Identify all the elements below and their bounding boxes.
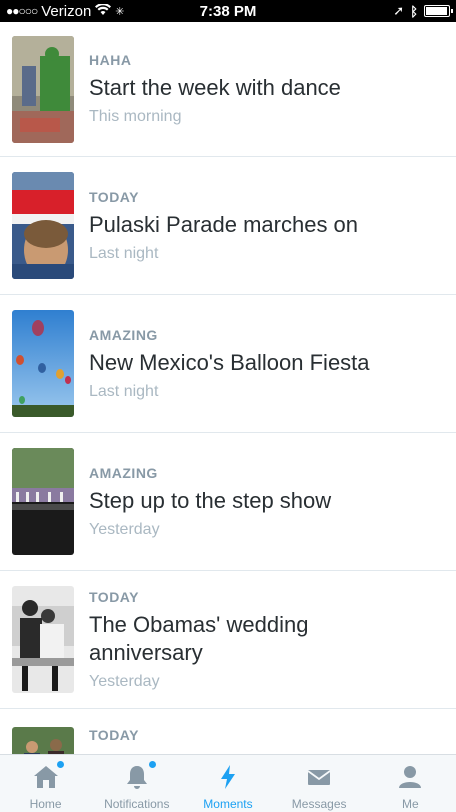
moment-category: TODAY <box>89 188 139 205</box>
moment-item[interactable]: HAHA Start the week with dance This morn… <box>0 22 456 157</box>
tab-label: Home <box>29 797 62 811</box>
signal-icon: ●●○○○ <box>6 4 38 18</box>
moment-item[interactable]: AMAZING Step up to the step show Yesterd… <box>0 433 456 571</box>
status-left: ●●○○○ Verizon ✳ <box>6 3 125 20</box>
moment-thumbnail <box>12 727 74 754</box>
moment-category: TODAY <box>89 727 139 743</box>
location-arrow-icon: ➚ <box>393 3 405 18</box>
moment-info: TODAY The Obamas' wedding anniversary Ye… <box>89 589 389 691</box>
wedding-photo-image <box>12 586 74 693</box>
bell-icon <box>126 766 147 789</box>
moment-title: The Obamas' wedding anniversary <box>89 611 309 665</box>
moment-thumbnail <box>12 172 74 279</box>
unread-dot <box>149 761 157 768</box>
bluetooth-icon: ᛒ <box>410 3 418 19</box>
tab-notifications[interactable]: Notifications <box>91 755 182 811</box>
carrier-name: Verizon <box>41 2 92 20</box>
moment-category: AMAZING <box>89 326 158 343</box>
tab-me[interactable]: Me <box>365 755 456 811</box>
unread-dot <box>57 761 65 768</box>
moment-info: TODAY <box>89 727 139 749</box>
moment-info: AMAZING New Mexico's Balloon Fiesta Last… <box>89 327 370 401</box>
moment-time: Yesterday <box>89 672 160 690</box>
activity-spinner-icon: ✳ <box>115 5 125 18</box>
moment-item[interactable]: TODAY <box>0 709 456 754</box>
moment-thumbnail <box>12 310 74 417</box>
moment-title: Pulaski Parade marches on <box>89 211 359 237</box>
moment-item[interactable]: AMAZING New Mexico's Balloon Fiesta Last… <box>0 295 456 433</box>
moment-image <box>12 727 74 754</box>
parade-image <box>12 172 74 279</box>
moment-thumbnail <box>12 448 74 555</box>
moment-thumbnail <box>12 35 74 143</box>
tab-bar: Home Notifications Moments Messages Me <box>0 754 456 812</box>
moment-title: New Mexico's Balloon Fiesta <box>89 349 370 375</box>
balloon-image <box>12 310 74 417</box>
dance-image <box>12 35 74 143</box>
tab-label: Moments <box>203 797 253 811</box>
person-icon <box>399 766 422 788</box>
envelope-icon <box>307 770 331 785</box>
moment-item[interactable]: TODAY Pulaski Parade marches on Last nig… <box>0 157 456 295</box>
moment-time: This morning <box>89 108 182 125</box>
moment-time: Last night <box>89 244 159 262</box>
status-bar: ●●○○○ Verizon ✳ 7:38 PM ➚ ᛒ <box>0 0 456 22</box>
moment-category: HAHA <box>89 52 132 68</box>
moment-category: AMAZING <box>89 464 158 481</box>
moment-info: HAHA Start the week with dance This morn… <box>89 52 341 126</box>
battery-icon <box>424 5 453 17</box>
moment-time: Last night <box>89 382 159 400</box>
step-show-image <box>12 448 74 555</box>
moment-title: Start the week with dance <box>89 75 341 100</box>
moments-feed[interactable]: HAHA Start the week with dance This morn… <box>0 22 456 754</box>
tab-home[interactable]: Home <box>0 755 91 811</box>
moment-info: AMAZING Step up to the step show Yesterd… <box>89 465 331 539</box>
moment-title: Step up to the step show <box>89 487 332 513</box>
moment-info: TODAY Pulaski Parade marches on Last nig… <box>89 189 358 263</box>
moment-item[interactable]: TODAY The Obamas' wedding anniversary Ye… <box>0 571 456 709</box>
tab-label: Notifications <box>104 797 170 811</box>
wifi-icon <box>95 2 112 20</box>
tab-label: Messages <box>291 797 347 811</box>
moment-category: TODAY <box>89 588 139 605</box>
home-icon <box>33 766 58 788</box>
lightning-icon <box>220 765 235 789</box>
tab-moments[interactable]: Moments <box>182 755 273 811</box>
tab-label: Me <box>402 797 419 811</box>
moment-thumbnail <box>12 586 74 693</box>
tab-messages[interactable]: Messages <box>274 755 365 811</box>
moment-time: Yesterday <box>89 520 160 538</box>
status-right: ➚ ᛒ <box>393 3 453 19</box>
